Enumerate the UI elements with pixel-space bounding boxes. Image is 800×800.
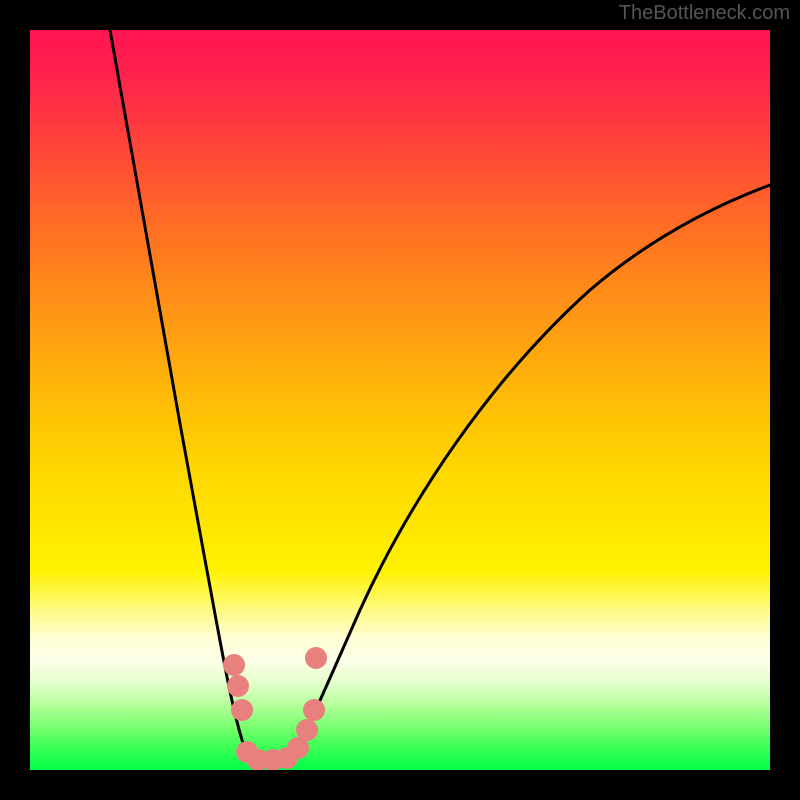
data-marker — [303, 699, 325, 721]
plot-area — [30, 30, 770, 770]
marker-cluster — [223, 647, 327, 770]
chart-frame: TheBottleneck.com — [0, 0, 800, 800]
watermark-text: TheBottleneck.com — [619, 2, 790, 25]
data-marker — [223, 654, 245, 676]
data-marker — [231, 699, 253, 721]
data-marker — [305, 647, 327, 669]
bottleneck-curve — [110, 30, 770, 762]
data-marker — [296, 719, 318, 741]
data-marker — [227, 675, 249, 697]
curve-overlay — [30, 30, 770, 770]
